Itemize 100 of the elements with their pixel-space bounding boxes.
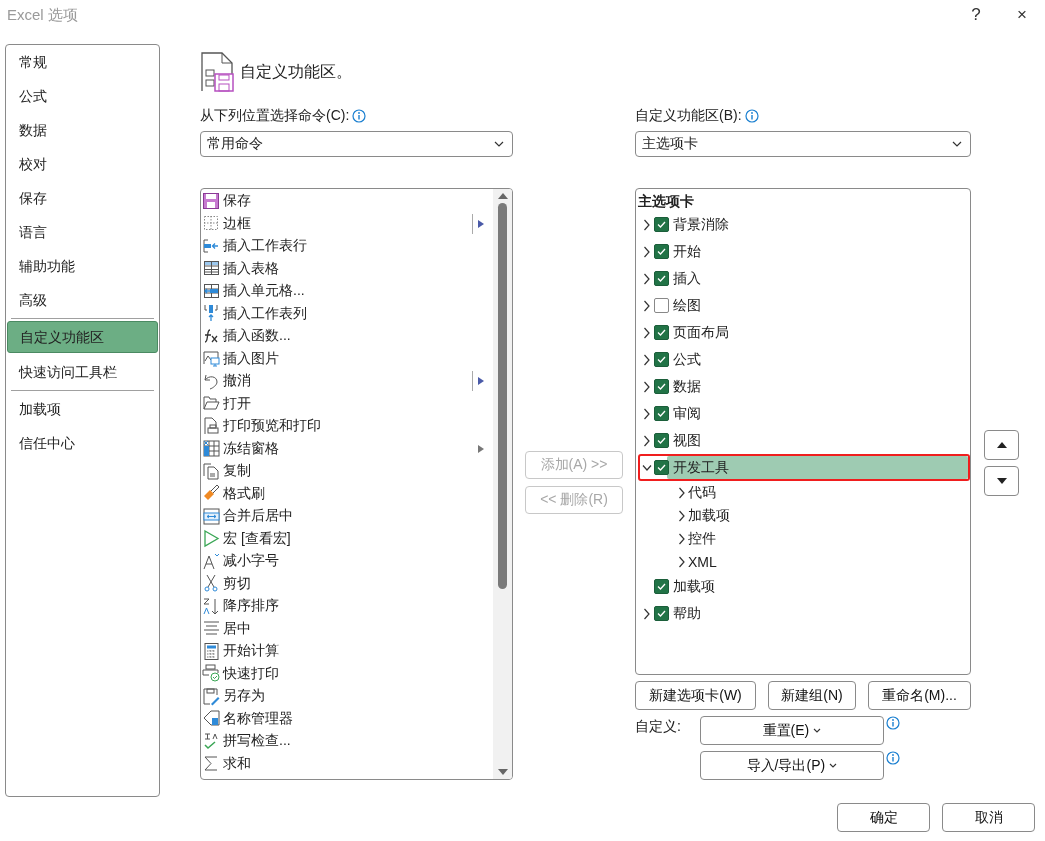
command-item[interactable]: 插入工作表列 <box>223 304 307 323</box>
sidebar-item[interactable]: 信任中心 <box>7 426 158 460</box>
tree-row[interactable]: 开始 <box>638 238 970 265</box>
tree-item[interactable]: 页面布局 <box>673 323 729 342</box>
expand-chevron-icon[interactable] <box>643 607 651 620</box>
expand-chevron-icon[interactable] <box>643 218 651 231</box>
new-group-button[interactable]: 新建组(N) <box>768 681 856 710</box>
expand-chevron-icon[interactable] <box>643 245 651 258</box>
command-item[interactable]: 拼写检查... <box>223 732 291 751</box>
move-up-button[interactable] <box>984 430 1019 460</box>
command-item[interactable]: 居中 <box>223 619 251 638</box>
command-item[interactable]: 开始计算 <box>223 642 279 661</box>
command-item[interactable]: 打开 <box>223 394 251 413</box>
expand-chevron-icon[interactable] <box>643 272 651 285</box>
command-item[interactable]: 插入图片 <box>223 349 279 368</box>
sidebar-item[interactable]: 校对 <box>7 147 158 181</box>
expand-chevron-icon[interactable] <box>643 299 651 312</box>
expand-chevron-icon[interactable] <box>643 380 651 393</box>
tree-row[interactable]: 页面布局 <box>638 319 970 346</box>
command-item[interactable]: 减小字号 <box>223 552 279 571</box>
tree-item[interactable]: 绘图 <box>673 296 701 315</box>
checkbox[interactable] <box>654 244 669 259</box>
command-item[interactable]: 名称管理器 <box>223 709 293 728</box>
checkbox[interactable] <box>654 606 669 621</box>
command-item[interactable]: 插入函数... <box>223 327 291 346</box>
tree-row[interactable]: 帮助 <box>638 600 970 627</box>
command-item[interactable]: 快速打印 <box>223 664 279 683</box>
tree-row[interactable]: 背景消除 <box>638 211 970 238</box>
tree-item[interactable]: 审阅 <box>673 404 701 423</box>
expand-chevron-icon[interactable] <box>678 509 686 522</box>
tree-row[interactable]: 数据 <box>638 373 970 400</box>
tree-item[interactable]: 公式 <box>673 350 701 369</box>
sidebar-item[interactable]: 高级 <box>7 283 158 317</box>
import-export-button[interactable]: 导入/导出(P) <box>700 751 884 780</box>
ok-button[interactable]: 确定 <box>837 803 930 832</box>
command-item[interactable]: 求和 <box>223 754 251 773</box>
expand-chevron-icon[interactable] <box>643 353 651 366</box>
scrollbar[interactable] <box>493 189 512 779</box>
tree-item[interactable]: 开发工具 <box>673 458 729 477</box>
help-button[interactable]: ? <box>953 5 999 25</box>
tree-row[interactable]: 视图 <box>638 427 970 454</box>
tree-row[interactable]: 绘图 <box>638 292 970 319</box>
sidebar-item[interactable]: 常规 <box>7 45 158 79</box>
tree-row[interactable]: 开发工具 <box>638 454 970 481</box>
expand-chevron-icon[interactable] <box>643 434 651 447</box>
rename-button[interactable]: 重命名(M)... <box>868 681 971 710</box>
checkbox[interactable] <box>654 579 669 594</box>
sidebar-item[interactable]: 快速访问工具栏 <box>7 355 158 389</box>
sidebar-item[interactable]: 数据 <box>7 113 158 147</box>
expand-chevron-icon[interactable] <box>678 486 686 499</box>
expand-chevron-icon[interactable] <box>678 532 686 545</box>
expand-chevron-icon[interactable] <box>678 555 686 568</box>
checkbox[interactable] <box>654 217 669 232</box>
command-item[interactable]: 插入单元格... <box>223 282 305 301</box>
checkbox[interactable] <box>654 406 669 421</box>
tree-item[interactable]: 开始 <box>673 242 701 261</box>
sidebar-item[interactable]: 保存 <box>7 181 158 215</box>
sidebar-item[interactable]: 自定义功能区 <box>7 321 158 353</box>
tree-item[interactable]: 控件 <box>688 529 716 548</box>
tree-item[interactable]: XML <box>688 553 717 570</box>
checkbox[interactable] <box>654 433 669 448</box>
close-button[interactable]: × <box>999 5 1045 25</box>
command-item[interactable]: 剪切 <box>223 574 251 593</box>
tree-item[interactable]: 插入 <box>673 269 701 288</box>
command-item[interactable]: 保存 <box>223 192 251 211</box>
command-item[interactable]: 降序排序 <box>223 597 279 616</box>
tree-item[interactable]: 帮助 <box>673 604 701 623</box>
checkbox[interactable] <box>654 352 669 367</box>
tree-row[interactable]: 加载项 <box>638 573 970 600</box>
new-tab-button[interactable]: 新建选项卡(W) <box>635 681 756 710</box>
tree-item[interactable]: 加载项 <box>673 577 715 596</box>
tree-item[interactable]: 代码 <box>688 483 716 502</box>
sidebar-item[interactable]: 辅助功能 <box>7 249 158 283</box>
command-item[interactable]: 宏 [查看宏] <box>223 529 291 548</box>
expand-chevron-icon[interactable] <box>643 326 651 339</box>
cancel-button[interactable]: 取消 <box>942 803 1035 832</box>
reset-button[interactable]: 重置(E) <box>700 716 884 745</box>
command-item[interactable]: 格式刷 <box>223 484 265 503</box>
checkbox[interactable] <box>654 379 669 394</box>
command-item[interactable]: 合并后居中 <box>223 507 293 526</box>
tree-row[interactable]: 审阅 <box>638 400 970 427</box>
tree-item[interactable]: 数据 <box>673 377 701 396</box>
expand-chevron-icon[interactable] <box>642 463 652 472</box>
checkbox[interactable] <box>654 325 669 340</box>
checkbox[interactable] <box>654 298 669 313</box>
checkbox[interactable] <box>654 271 669 286</box>
tree-row[interactable]: 插入 <box>638 265 970 292</box>
dropdown[interactable]: 常用命令 <box>200 131 513 157</box>
command-item[interactable]: 插入表格 <box>223 259 279 278</box>
sidebar-item[interactable]: 语言 <box>7 215 158 249</box>
sidebar-item[interactable]: 加载项 <box>7 392 158 426</box>
tree-item[interactable]: 背景消除 <box>673 215 729 234</box>
sidebar-item[interactable]: 公式 <box>7 79 158 113</box>
command-item[interactable]: 复制 <box>223 462 251 481</box>
dropdown[interactable]: 主选项卡 <box>635 131 971 157</box>
command-item[interactable]: 撤消 <box>223 372 251 391</box>
tree-item[interactable]: 加载项 <box>688 506 730 525</box>
tree-item[interactable]: 视图 <box>673 431 701 450</box>
checkbox[interactable] <box>654 460 669 475</box>
move-down-button[interactable] <box>984 466 1019 496</box>
